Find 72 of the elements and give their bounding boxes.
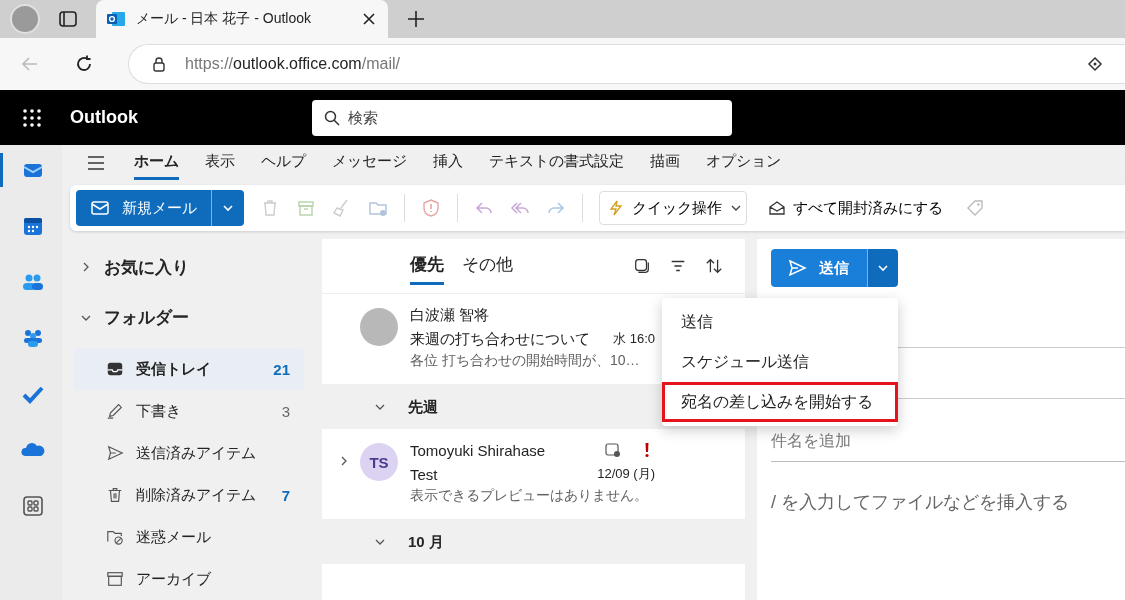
avatar: TS bbox=[360, 443, 398, 481]
lightning-icon bbox=[608, 200, 624, 216]
extension-icon[interactable] bbox=[1087, 56, 1103, 72]
sidebar-icon[interactable] bbox=[58, 9, 78, 29]
message-subject: 来週の打ち合わせについて bbox=[410, 329, 590, 349]
app-name: Outlook bbox=[70, 107, 139, 128]
app-launcher-icon[interactable] bbox=[22, 107, 42, 128]
select-icon[interactable] bbox=[633, 257, 651, 275]
folder-count: 7 bbox=[281, 486, 290, 504]
menu-icon[interactable] bbox=[86, 153, 106, 173]
sent-folder-icon bbox=[106, 444, 124, 462]
send-options-dropdown[interactable] bbox=[867, 249, 898, 287]
archive-folder-icon bbox=[106, 570, 124, 588]
ribbon-tab[interactable]: メッセージ bbox=[332, 146, 407, 180]
close-icon[interactable] bbox=[362, 12, 376, 26]
folder-group-header[interactable]: お気に入り bbox=[74, 251, 304, 284]
folder-item[interactable]: アーカイブ bbox=[74, 558, 304, 600]
deleted-folder-icon bbox=[106, 486, 124, 504]
folder-item[interactable]: 下書き 3 bbox=[74, 390, 304, 432]
avatar-photo-placeholder bbox=[360, 308, 398, 346]
message-time: 12/09 (月) bbox=[597, 465, 655, 483]
open-envelope-icon bbox=[769, 200, 785, 216]
message-sender: 白波瀬 智将 bbox=[410, 305, 490, 325]
send-button[interactable]: 送信 bbox=[771, 249, 867, 287]
mark-all-read-button[interactable]: すべて開封済みにする bbox=[763, 197, 949, 219]
new-tab-icon[interactable] bbox=[406, 9, 426, 29]
address-bar[interactable]: https://outlook.office.com/mail/ bbox=[128, 44, 1125, 84]
sort-icon[interactable] bbox=[705, 257, 723, 275]
date-group-header[interactable]: 10 月 bbox=[322, 520, 745, 564]
ribbon-tab[interactable]: ヘルプ bbox=[261, 146, 306, 180]
inbox-folder-icon bbox=[106, 360, 124, 378]
list-tab[interactable]: 優先 bbox=[410, 247, 444, 285]
chevron-down-icon bbox=[222, 202, 234, 214]
search-icon bbox=[324, 109, 340, 126]
chevron-down-icon bbox=[877, 262, 889, 274]
ribbon-tab[interactable]: テキストの書式設定 bbox=[489, 146, 624, 180]
junk-folder-icon bbox=[106, 528, 124, 546]
search-field[interactable]: 検索 bbox=[312, 99, 732, 136]
ribbon-tab[interactable]: ホーム bbox=[134, 146, 179, 180]
envelope-icon bbox=[90, 198, 110, 218]
calendar-declined-icon bbox=[605, 442, 621, 458]
ribbon-tab[interactable]: オプション bbox=[706, 146, 781, 180]
message-preview: 各位 打ち合わせの開始時間が、10… bbox=[410, 352, 641, 370]
new-mail-button[interactable]: 新規メール bbox=[76, 190, 211, 226]
folder-count: 21 bbox=[273, 360, 290, 378]
drafts-folder-icon bbox=[106, 402, 124, 420]
folder-item[interactable]: 受信トレイ 21 bbox=[74, 348, 304, 390]
ribbon-tab[interactable]: 表示 bbox=[205, 146, 235, 180]
ribbon-tab[interactable]: 挿入 bbox=[433, 146, 463, 180]
folder-group-header[interactable]: フォルダー bbox=[74, 301, 304, 334]
ribbon-tab[interactable]: 描画 bbox=[650, 146, 680, 180]
menu-item[interactable]: 宛名の差し込みを開始する bbox=[662, 382, 898, 422]
folder-count: 3 bbox=[281, 402, 290, 420]
refresh-icon[interactable] bbox=[74, 54, 94, 74]
folder-item[interactable]: 送信済みアイテム bbox=[74, 432, 304, 474]
quick-actions-button[interactable]: クイック操作 bbox=[599, 191, 747, 225]
message-sender: Tomoyuki Shirahase bbox=[410, 441, 546, 459]
folder-item[interactable]: 迷惑メール bbox=[74, 516, 304, 558]
new-mail-dropdown[interactable] bbox=[211, 190, 244, 226]
send-icon bbox=[787, 258, 807, 278]
lock-icon bbox=[151, 56, 167, 72]
shield-icon[interactable] bbox=[421, 198, 441, 218]
browser-tab[interactable]: メール - 日本 花子 - Outlook bbox=[96, 0, 388, 38]
outlook-logo-icon bbox=[106, 9, 126, 29]
list-tab[interactable]: その他 bbox=[462, 247, 513, 285]
message-subject: Test bbox=[410, 465, 438, 483]
message-preview: 表示できるプレビューはありません。 bbox=[410, 487, 649, 505]
message-body-field[interactable]: / を入力してファイルなどを挿入する bbox=[771, 490, 1125, 514]
profile-icon[interactable] bbox=[10, 4, 40, 34]
apps-icon bbox=[20, 494, 45, 518]
message-time: 水 16:0 bbox=[613, 330, 655, 348]
folder-item[interactable]: 削除済みアイテム 7 bbox=[74, 474, 304, 516]
